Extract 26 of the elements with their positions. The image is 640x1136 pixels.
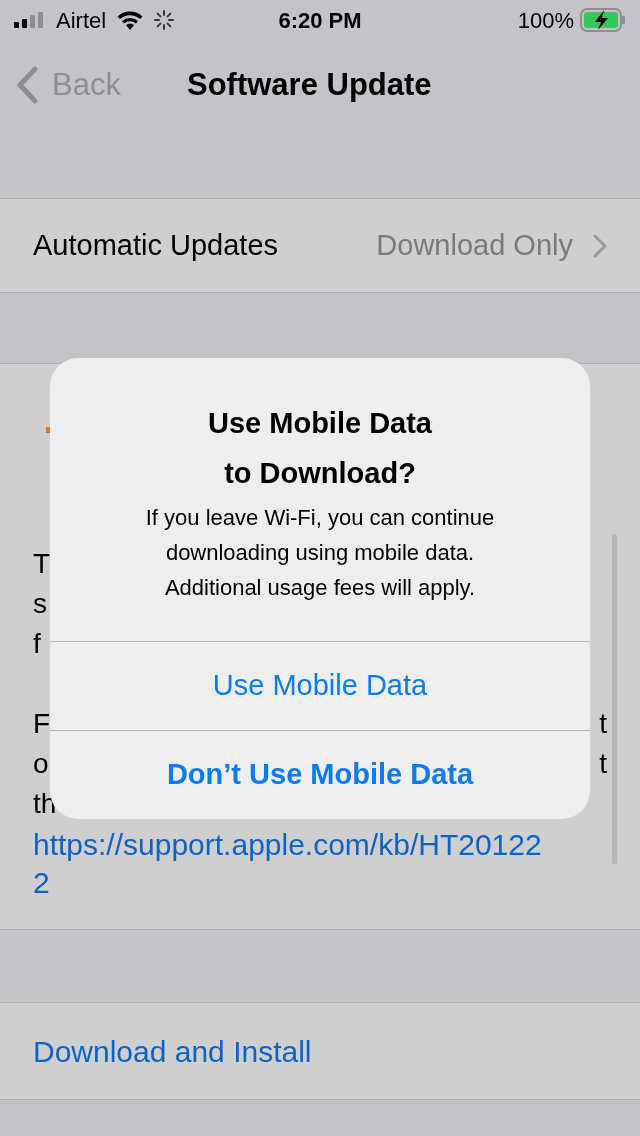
download-install-button[interactable]: Download and Install bbox=[0, 1002, 640, 1100]
partial-icon bbox=[46, 427, 50, 433]
screen-title: Software Update bbox=[187, 65, 432, 104]
signal-icon bbox=[14, 12, 46, 28]
carrier-name: Airtel bbox=[56, 6, 107, 35]
text-fragment: F bbox=[33, 707, 51, 741]
chevron-right-icon bbox=[593, 233, 607, 258]
alert-title: Use Mobile Data to Download? bbox=[207, 406, 433, 491]
clock-time: 6:20 PM bbox=[278, 6, 362, 35]
alert-button[interactable]: Use Mobile Data bbox=[50, 641, 590, 730]
row-label: Automatic Updates bbox=[33, 227, 278, 263]
text-fragment: o bbox=[33, 747, 49, 781]
text-fragment: f bbox=[33, 627, 41, 661]
alert-message: If you leave Wi-Fi, you can continue downloading using mobile data. Additional usage fees will apply. bbox=[144, 504, 496, 602]
automatic-updates-row[interactable]: Automatic Updates Download Only bbox=[0, 198, 640, 293]
charging-battery-icon bbox=[580, 8, 626, 32]
text-fragment: s bbox=[33, 587, 47, 621]
text-fragment: t bbox=[599, 747, 607, 781]
loading-spinner-icon bbox=[154, 10, 175, 30]
text-fragment: t bbox=[599, 707, 607, 741]
wifi-icon bbox=[116, 10, 145, 30]
support-link[interactable]: https://support.apple.com/kb/HT201222 bbox=[33, 826, 545, 902]
chevron-left-icon bbox=[16, 66, 38, 104]
text-fragment: T bbox=[33, 547, 51, 581]
row-value: Download Only bbox=[376, 227, 573, 263]
battery-percent: 100% bbox=[517, 6, 574, 35]
